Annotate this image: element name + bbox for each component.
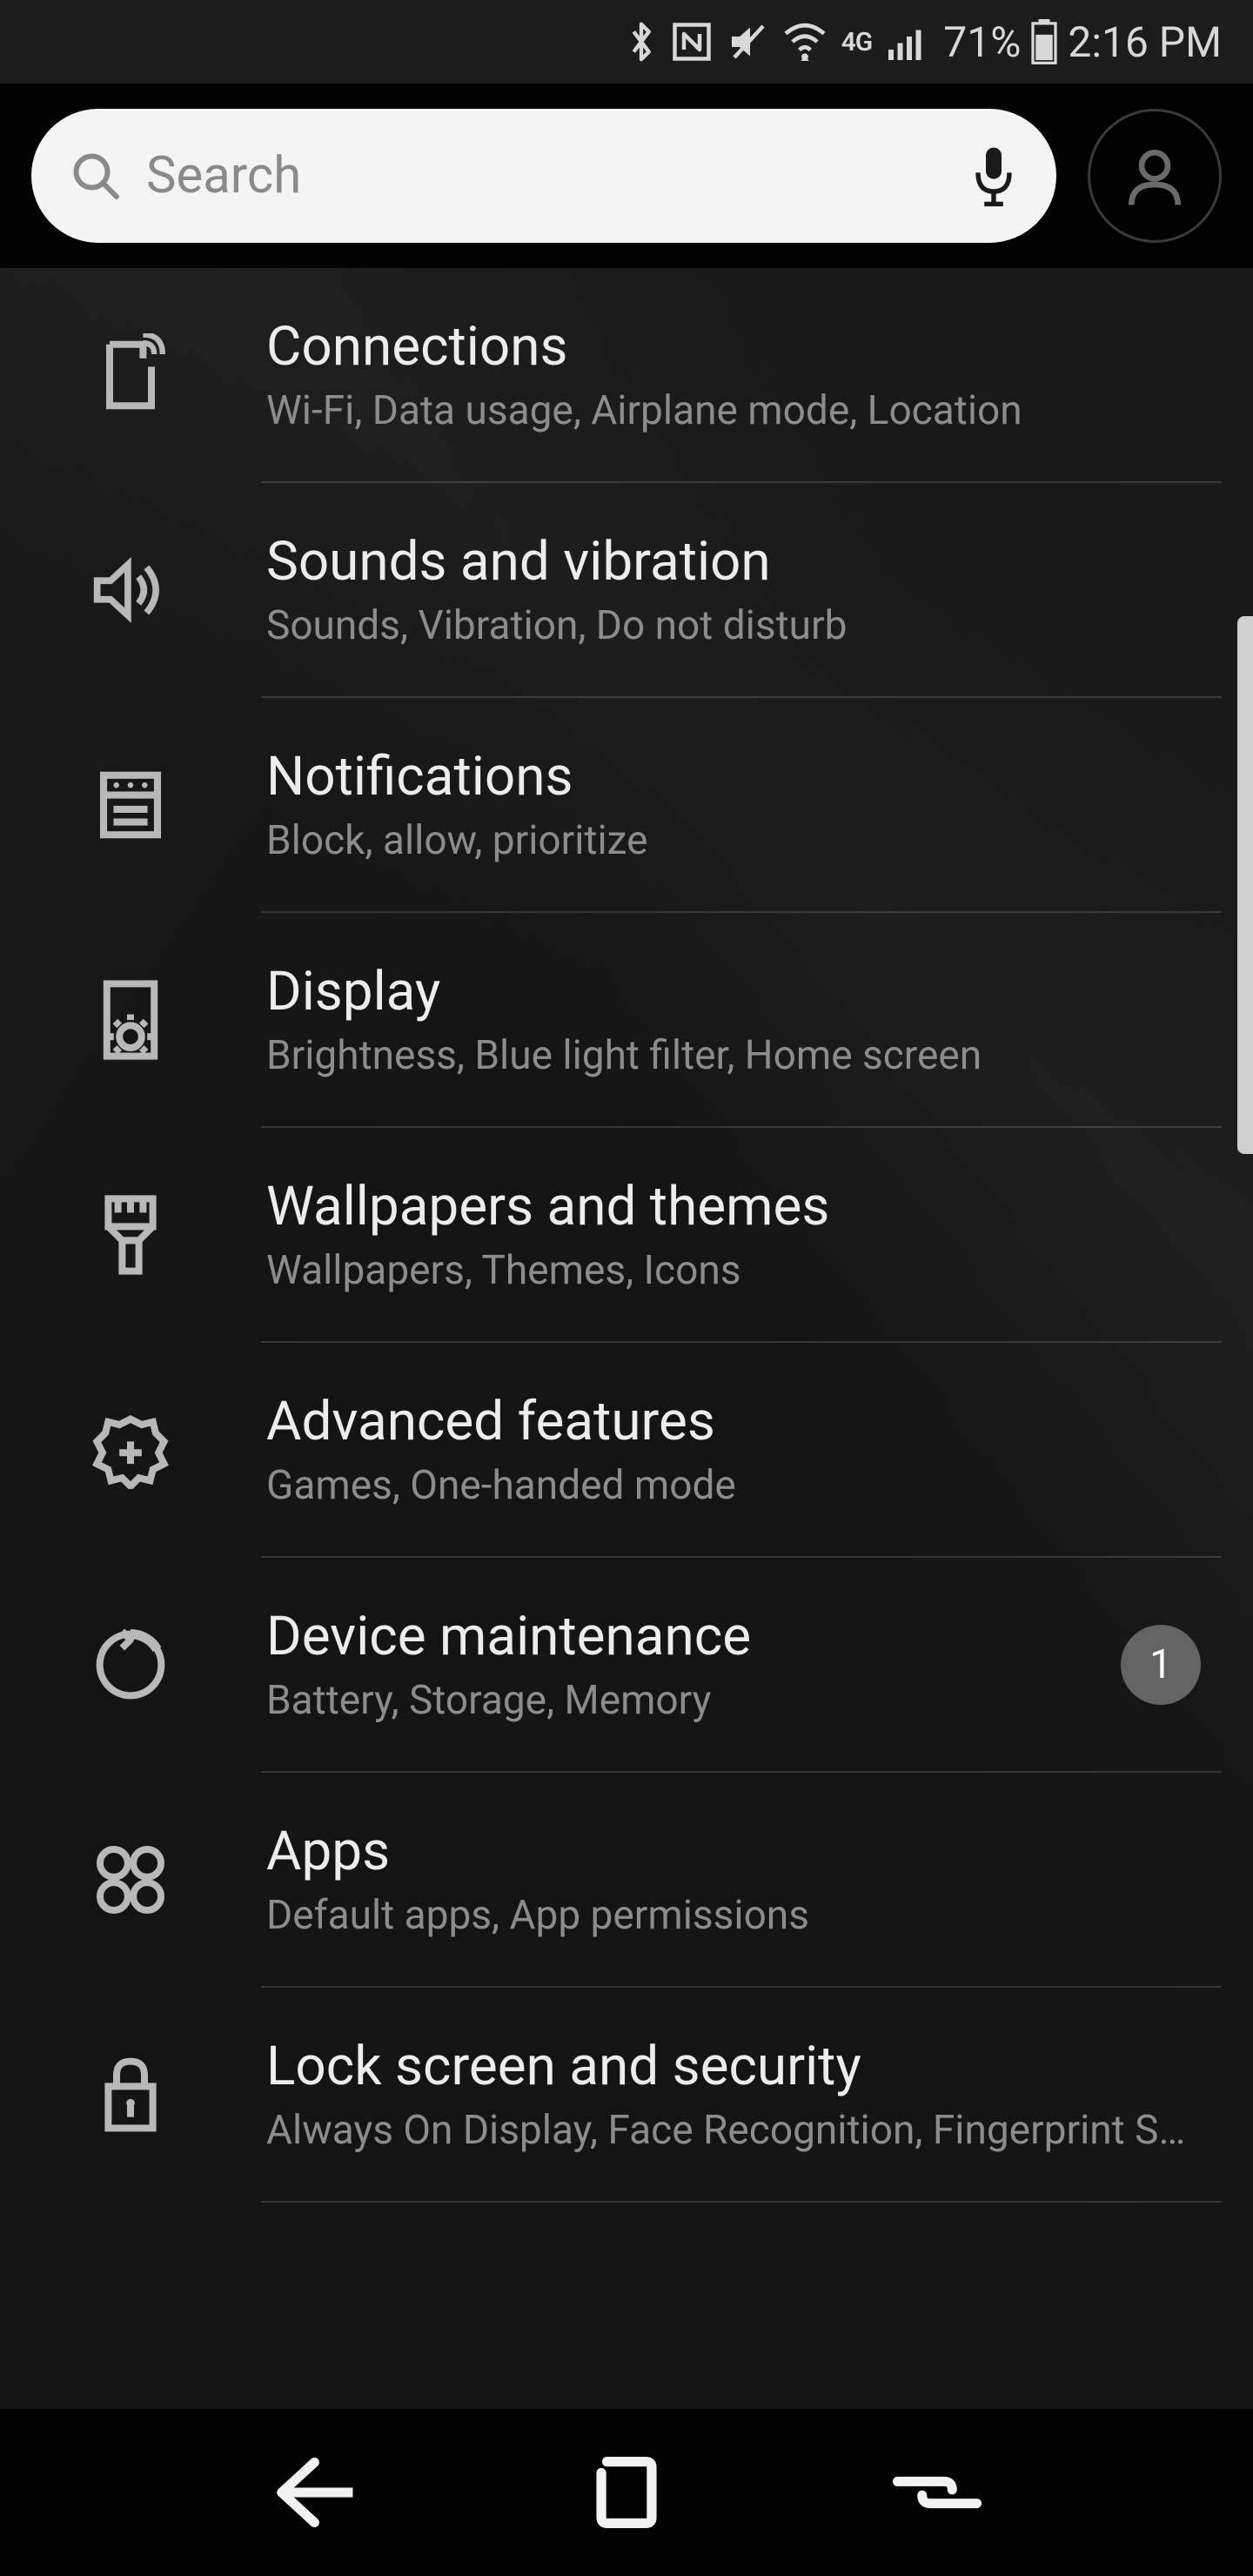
signal-icon bbox=[886, 23, 928, 61]
item-subtitle: Always On Display, Face Recognition, Fin… bbox=[266, 2107, 1189, 2154]
recents-button[interactable] bbox=[889, 2462, 985, 2523]
settings-item-notifications[interactable]: Notifications Block, allow, prioritize bbox=[0, 698, 1253, 911]
item-subtitle: Battery, Storage, Memory bbox=[266, 1677, 1100, 1724]
settings-item-apps[interactable]: Apps Default apps, App permissions bbox=[0, 1773, 1253, 1986]
sound-icon bbox=[90, 555, 171, 625]
item-subtitle: Games, One-handed mode bbox=[266, 1462, 1189, 1509]
battery-percent-label: 71% bbox=[943, 17, 1021, 67]
item-subtitle: Brightness, Blue light filter, Home scre… bbox=[266, 1032, 1189, 1079]
person-icon bbox=[1120, 141, 1189, 211]
notifications-icon bbox=[90, 767, 171, 843]
recents-icon bbox=[889, 2462, 985, 2523]
wifi-icon bbox=[782, 23, 828, 61]
settings-item-maintenance[interactable]: Device maintenance Battery, Storage, Mem… bbox=[0, 1558, 1253, 1771]
status-bar: 4G 71% 2:16 PM bbox=[0, 0, 1253, 84]
notification-badge: 1 bbox=[1121, 1625, 1201, 1705]
item-title: Wallpapers and themes bbox=[266, 1175, 1201, 1238]
settings-item-security[interactable]: Lock screen and security Always On Displ… bbox=[0, 1988, 1253, 2201]
item-title: Display bbox=[266, 960, 1201, 1023]
settings-item-wallpapers[interactable]: Wallpapers and themes Wallpapers, Themes… bbox=[0, 1128, 1253, 1341]
item-subtitle: Default apps, App permissions bbox=[266, 1892, 1189, 1939]
brush-icon bbox=[90, 1193, 171, 1277]
connections-icon bbox=[90, 333, 171, 417]
search-icon bbox=[70, 150, 122, 202]
item-title: Notifications bbox=[266, 745, 1201, 808]
home-icon bbox=[587, 2453, 666, 2532]
advanced-icon bbox=[90, 1411, 171, 1489]
item-title: Connections bbox=[266, 315, 1201, 379]
bluetooth-icon bbox=[626, 19, 657, 64]
item-title: Device maintenance bbox=[266, 1605, 1100, 1668]
settings-item-connections[interactable]: Connections Wi-Fi, Data usage, Airplane … bbox=[0, 268, 1253, 481]
search-bar[interactable]: Search bbox=[31, 109, 1056, 243]
item-subtitle: Sounds, Vibration, Do not disturb bbox=[266, 602, 1189, 649]
maintenance-icon bbox=[90, 1626, 171, 1704]
mic-icon[interactable] bbox=[969, 144, 1018, 207]
lock-icon bbox=[90, 2053, 171, 2137]
nfc-icon bbox=[671, 21, 713, 63]
settings-item-display[interactable]: Display Brightness, Blue light filter, H… bbox=[0, 913, 1253, 1126]
network-type-label: 4G bbox=[841, 27, 873, 57]
profile-button[interactable] bbox=[1088, 109, 1222, 243]
status-icons-group: 4G bbox=[626, 19, 928, 64]
item-subtitle: Wallpapers, Themes, Icons bbox=[266, 1247, 1189, 1294]
header-row: Search bbox=[0, 84, 1253, 268]
clock-label: 2:16 PM bbox=[1068, 17, 1222, 67]
display-icon bbox=[90, 978, 171, 1062]
home-button[interactable] bbox=[587, 2453, 666, 2532]
item-subtitle: Wi-Fi, Data usage, Airplane mode, Locati… bbox=[266, 387, 1189, 434]
search-placeholder: Search bbox=[146, 146, 969, 205]
back-icon bbox=[268, 2453, 364, 2532]
mute-icon bbox=[727, 21, 768, 63]
item-subtitle: Block, allow, prioritize bbox=[266, 817, 1189, 864]
item-title: Advanced features bbox=[266, 1390, 1201, 1453]
back-button[interactable] bbox=[268, 2453, 364, 2532]
item-title: Sounds and vibration bbox=[266, 530, 1201, 594]
next-item-peek bbox=[0, 2203, 1253, 2244]
settings-item-sounds[interactable]: Sounds and vibration Sounds, Vibration, … bbox=[0, 483, 1253, 696]
status-right: 71% 2:16 PM bbox=[943, 17, 1222, 67]
battery-icon bbox=[1029, 19, 1059, 64]
settings-list: Connections Wi-Fi, Data usage, Airplane … bbox=[0, 268, 1253, 2244]
navigation-bar bbox=[0, 2409, 1253, 2576]
settings-content: Connections Wi-Fi, Data usage, Airplane … bbox=[0, 268, 1253, 2409]
apps-icon bbox=[90, 1842, 171, 1917]
settings-item-advanced[interactable]: Advanced features Games, One-handed mode bbox=[0, 1343, 1253, 1556]
item-title: Lock screen and security bbox=[266, 2035, 1201, 2098]
item-title: Apps bbox=[266, 1820, 1201, 1883]
